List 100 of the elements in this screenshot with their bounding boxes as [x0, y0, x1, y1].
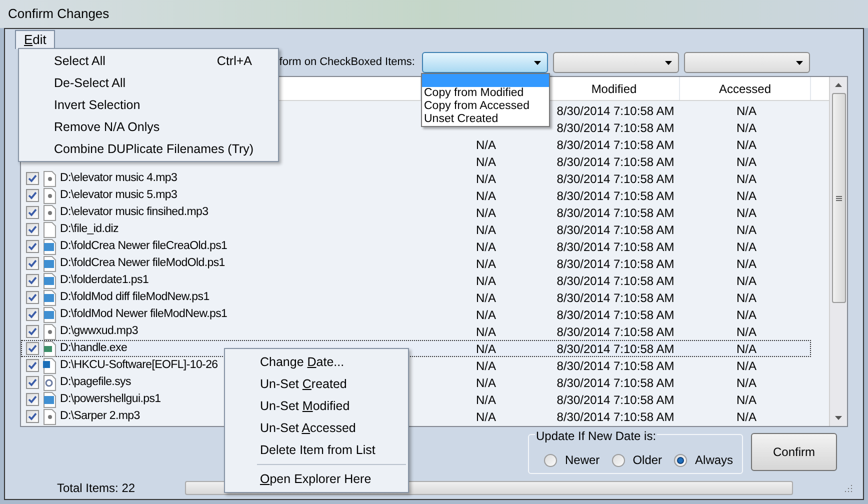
- file-icon: [43, 306, 56, 322]
- file-name: D:\foldMod diff fileModNew.ps1: [60, 290, 210, 305]
- table-cell-text: N/A: [476, 154, 496, 170]
- file-icon: [43, 340, 56, 356]
- table-cell-text: N/A: [476, 306, 496, 324]
- dropdown-option[interactable]: Copy from Modified: [422, 87, 549, 100]
- menu-item[interactable]: Un-Set Created: [225, 373, 408, 395]
- file-icon: [43, 170, 56, 186]
- file-icon: [43, 324, 56, 340]
- table-cell-text: 8/30/2014 7:10:58 AM: [556, 204, 674, 222]
- checkbox[interactable]: [26, 308, 39, 321]
- table-cell-text: 8/30/2014 7:10:58 AM: [556, 290, 674, 306]
- scrollbar-thumb[interactable]: [832, 93, 846, 303]
- caret-icon: [534, 60, 541, 64]
- menu-item[interactable]: De-Select All: [19, 72, 278, 94]
- table-cell-text: N/A: [476, 170, 496, 188]
- table-cell-text: N/A: [476, 256, 496, 272]
- menu-item[interactable]: Delete Item from List: [225, 439, 408, 461]
- table-cell-text: 8/30/2014 7:10:58 AM: [556, 340, 674, 358]
- table-cell-text: N/A: [736, 222, 756, 238]
- radio-button[interactable]: [674, 454, 688, 466]
- table-cell-text: N/A: [736, 340, 756, 358]
- table-cell-text: N/A: [736, 324, 756, 340]
- file-icon: [43, 290, 56, 306]
- file-icon: [43, 204, 56, 220]
- file-icon: [43, 272, 56, 288]
- table-cell-text: N/A: [736, 204, 756, 222]
- file-name: D:\elevator music 5.mp3: [60, 188, 178, 203]
- checkbox[interactable]: [26, 206, 39, 219]
- table-cell-text: N/A: [476, 272, 496, 290]
- checkbox[interactable]: [26, 189, 39, 202]
- table-cell-text: 8/30/2014 7:10:58 AM: [556, 374, 674, 392]
- checkbox[interactable]: [26, 257, 39, 270]
- file-icon: [43, 188, 56, 204]
- radio-label: Always: [695, 452, 734, 469]
- table-cell-text: N/A: [736, 374, 756, 392]
- checkbox[interactable]: [26, 240, 39, 253]
- column-header[interactable]: Modified: [591, 80, 637, 98]
- resize-grip-icon[interactable]: [843, 483, 853, 493]
- table-cell-text: N/A: [736, 170, 756, 188]
- checkbox[interactable]: [26, 393, 39, 406]
- table-cell-text: N/A: [476, 204, 496, 222]
- menu-item[interactable]: Invert Selection: [19, 94, 278, 116]
- scrollbar[interactable]: [829, 77, 847, 426]
- column-header[interactable]: Accessed: [718, 80, 772, 98]
- table-cell-text: N/A: [736, 306, 756, 324]
- table-cell-text: 8/30/2014 7:10:58 AM: [556, 392, 674, 408]
- table-cell-text: 8/30/2014 7:10:58 AM: [556, 188, 674, 204]
- radio-button[interactable]: [612, 454, 625, 466]
- dropdown[interactable]: [422, 52, 548, 73]
- table-cell-text: 8/30/2014 7:10:58 AM: [556, 306, 674, 324]
- menu-item[interactable]: Un-Set Accessed: [225, 417, 408, 439]
- table-cell-text: N/A: [736, 272, 756, 290]
- dropdown[interactable]: [684, 52, 810, 73]
- status-text: Total Items: 22: [57, 480, 136, 497]
- menu-item[interactable]: Select All Ctrl+A: [19, 50, 278, 72]
- checkbox[interactable]: [26, 325, 39, 338]
- table-cell-text: N/A: [476, 222, 496, 238]
- dropdown-option[interactable]: Unset Created: [422, 113, 549, 126]
- caret-icon: [665, 60, 672, 64]
- table-cell-text: N/A: [736, 256, 756, 272]
- file-icon: [43, 238, 56, 254]
- table-cell-text: 8/30/2014 7:10:58 AM: [556, 324, 674, 340]
- checkbox[interactable]: [26, 359, 39, 372]
- file-icon: [43, 374, 56, 390]
- confirm-button[interactable]: Confirm: [751, 433, 837, 471]
- checkbox[interactable]: [26, 410, 39, 423]
- dropdown[interactable]: [553, 52, 679, 73]
- checkbox[interactable]: [26, 291, 39, 304]
- up-arrow-icon[interactable]: [835, 83, 842, 87]
- table-cell-text: N/A: [476, 238, 496, 256]
- file-name: D:\powershellgui.ps1: [60, 392, 161, 407]
- file-name: D:\foldCrea Newer fileModOld.ps1: [60, 256, 225, 271]
- table-cell-text: N/A: [736, 358, 756, 374]
- file-icon: [43, 358, 56, 374]
- checkbox[interactable]: [26, 274, 39, 287]
- menu-item[interactable]: Remove N/A Onlys: [19, 116, 278, 138]
- table-cell-text: N/A: [476, 358, 496, 374]
- table-cell-text: N/A: [476, 136, 496, 154]
- down-arrow-icon[interactable]: [835, 416, 842, 420]
- table-cell-text: N/A: [736, 154, 756, 170]
- table-cell-text: 8/30/2014 7:10:58 AM: [556, 136, 674, 154]
- dropdown-option[interactable]: Copy from Accessed: [422, 100, 549, 113]
- checkbox[interactable]: [26, 172, 39, 185]
- table-cell-text: N/A: [736, 392, 756, 408]
- radio-button[interactable]: [544, 454, 557, 466]
- menu-item[interactable]: Combine DUPlicate Filenames (Try): [19, 138, 278, 160]
- menu-item[interactable]: Edit: [15, 30, 56, 49]
- table-cell-text: N/A: [476, 408, 496, 426]
- table-cell-text: N/A: [476, 374, 496, 392]
- checkbox[interactable]: [26, 223, 39, 236]
- table-cell-text: 8/30/2014 7:10:58 AM: [556, 222, 674, 238]
- table-cell-text: N/A: [476, 324, 496, 340]
- checkbox[interactable]: [26, 342, 39, 355]
- file-name: D:\elevator music 4.mp3: [60, 170, 178, 186]
- menu-item[interactable]: Open Explorer Here: [225, 468, 408, 490]
- checkbox[interactable]: [26, 376, 39, 389]
- window-title: Confirm Changes: [8, 5, 110, 24]
- file-name: D:\pagefile.sys: [60, 374, 131, 390]
- menu-item[interactable]: Un-Set Modified: [225, 395, 408, 417]
